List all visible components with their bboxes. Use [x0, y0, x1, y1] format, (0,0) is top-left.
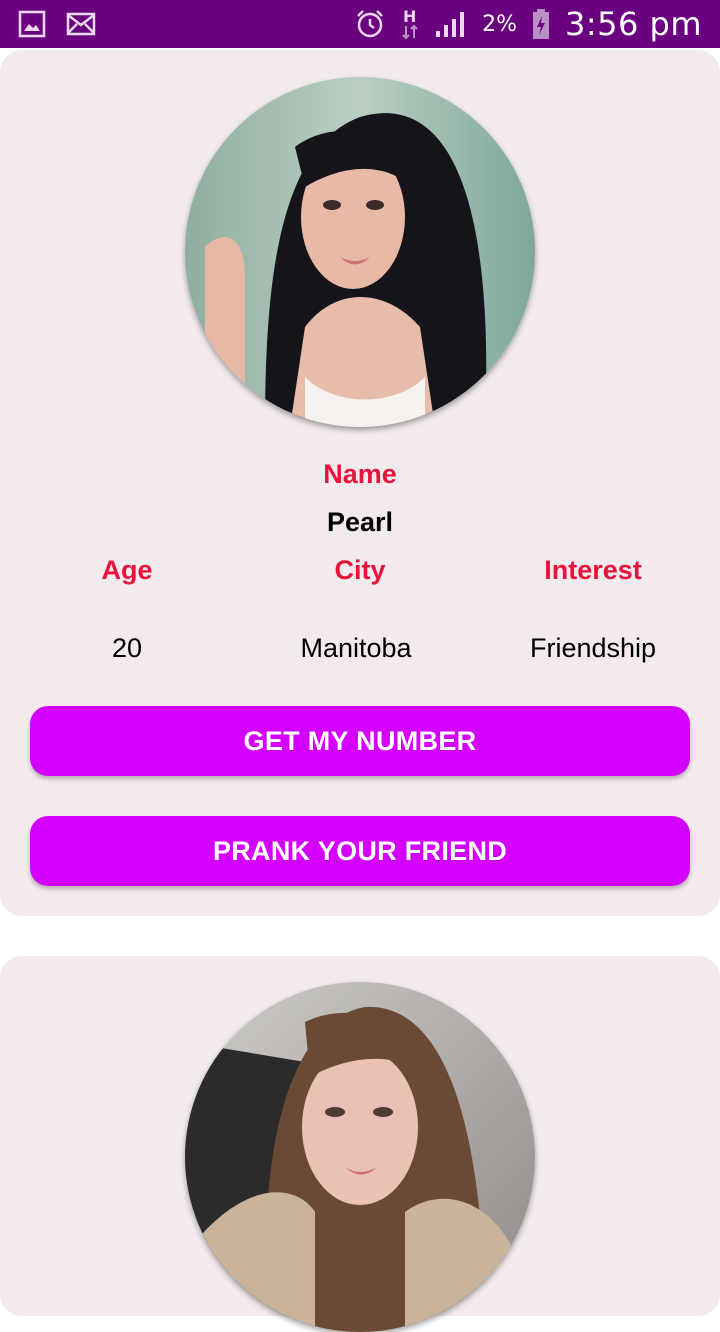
interest-label: Interest	[544, 555, 642, 585]
signal-icon	[434, 9, 468, 39]
gallery-icon	[18, 10, 46, 38]
profile-photo	[185, 77, 535, 427]
name-label: Name	[323, 459, 397, 489]
battery-percent: 2%	[482, 11, 517, 37]
svg-text:H: H	[403, 7, 416, 26]
profile-card: Name Pearl Age City Interest 20 Manitoba…	[0, 50, 720, 916]
mail-icon	[66, 12, 96, 36]
city-label: City	[334, 555, 386, 585]
name-value: Pearl	[326, 507, 394, 537]
get-my-number-button[interactable]: GET MY NUMBER	[30, 706, 690, 776]
age-label: Age	[101, 555, 153, 585]
profile-card	[0, 956, 720, 1332]
prank-your-friend-button[interactable]: PRANK YOUR FRIEND	[30, 816, 690, 886]
alarm-icon	[354, 8, 386, 40]
city-value: Manitoba	[300, 633, 412, 663]
clock: 3:56 pm	[564, 5, 702, 43]
status-bar: H 2% 3:56 pm	[0, 0, 720, 48]
data-h-icon: H	[400, 7, 420, 41]
age-value: 20	[111, 633, 143, 663]
battery-charging-icon	[531, 8, 551, 40]
interest-value: Friendship	[529, 633, 657, 663]
